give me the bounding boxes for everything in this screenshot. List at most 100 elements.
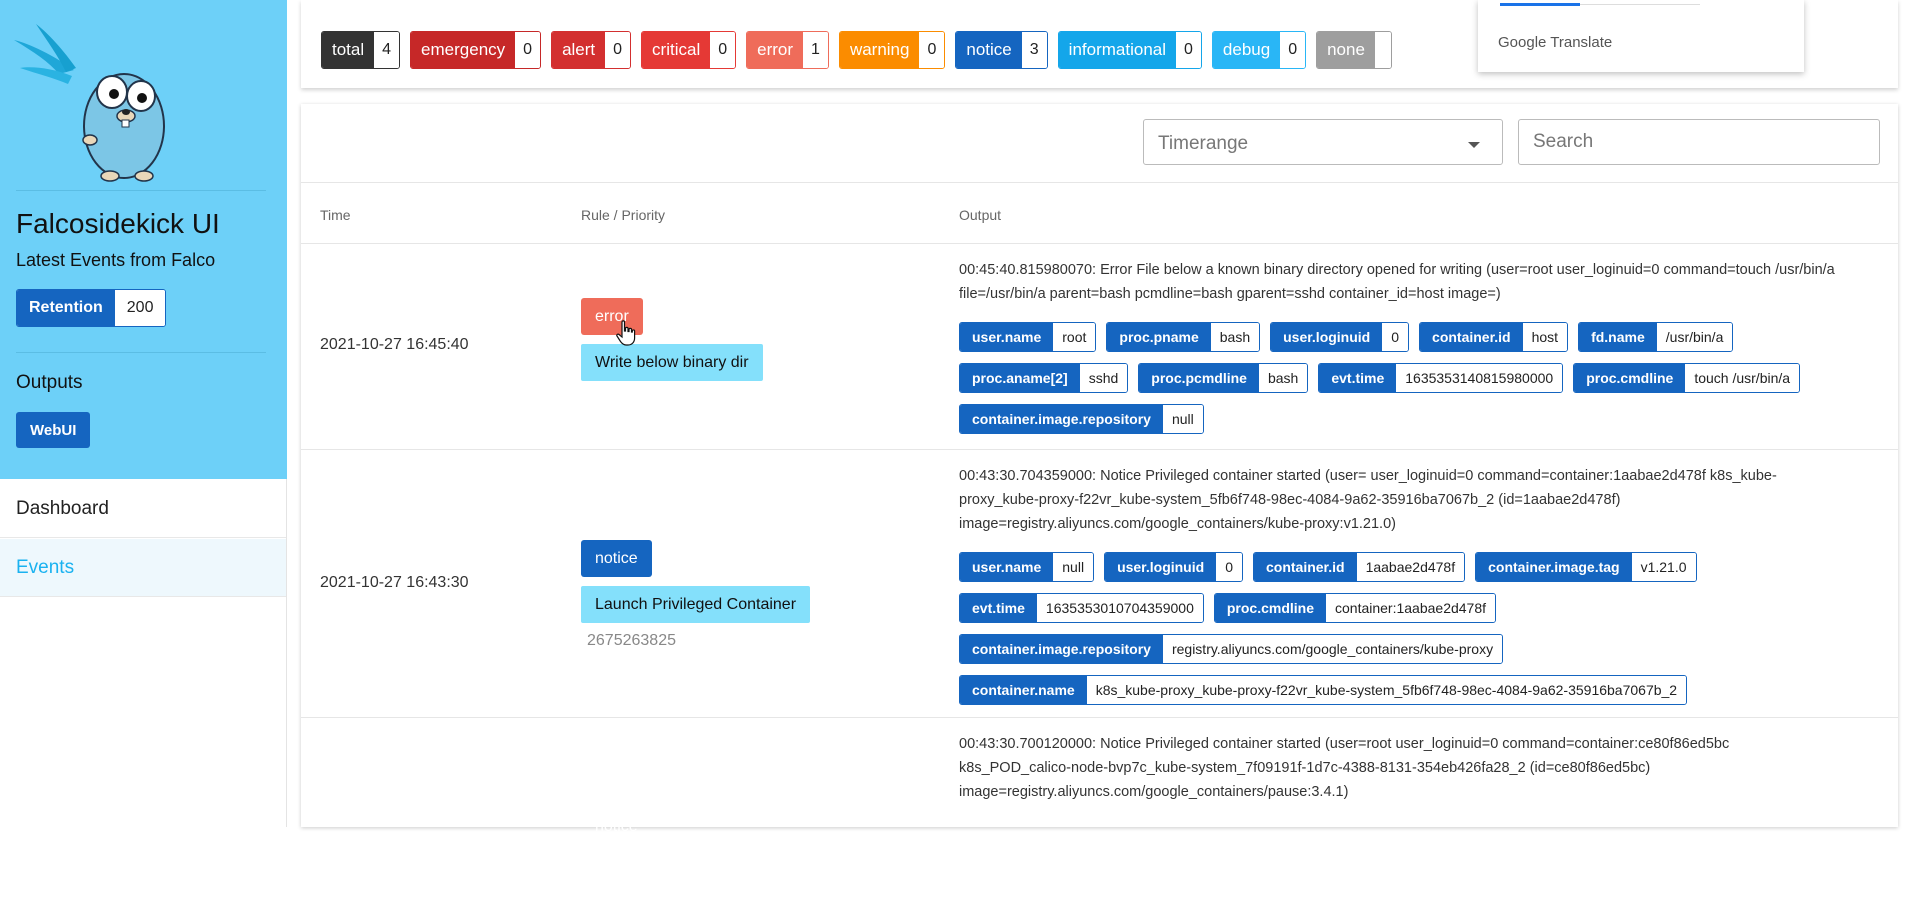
output-field-chip[interactable]: user.name null: [959, 552, 1095, 582]
priority-filter-count: 0: [515, 32, 541, 68]
priority-filter-emergency[interactable]: emergency 0: [410, 31, 542, 69]
output-field-key: container.id: [1420, 323, 1523, 351]
table-header: Time Rule / Priority Output: [301, 182, 1898, 244]
output-field-value: 0: [1216, 553, 1242, 581]
column-header-rule[interactable]: Rule / Priority: [581, 207, 665, 223]
priority-filter-label: critical: [642, 32, 711, 68]
output-field-key: container.id: [1253, 553, 1357, 581]
nav-item-dashboard[interactable]: Dashboard: [0, 480, 287, 538]
output-field-chip[interactable]: evt.time 1635353140815980000: [1318, 363, 1564, 393]
timerange-placeholder: Timerange: [1158, 133, 1249, 154]
output-field-chip[interactable]: container.name k8s_kube-proxy_kube-proxy-…: [959, 675, 1688, 705]
priority-filter-count: [1374, 32, 1391, 68]
output-field-chip[interactable]: container.id host: [1419, 322, 1569, 352]
output-field-value: host: [1522, 323, 1568, 351]
output-field-key: proc.cmdline: [1574, 364, 1686, 392]
search-input[interactable]: [1518, 119, 1880, 165]
priority-filter-count: 0: [919, 32, 945, 68]
output-field-value: k8s_kube-proxy_kube-proxy-f22vr_kube-sys…: [1086, 676, 1687, 704]
webui-output-button[interactable]: WebUI: [16, 412, 91, 448]
output-field-key: container.image.tag: [1476, 553, 1632, 581]
priority-filter-notice[interactable]: notice 3: [955, 31, 1048, 69]
output-field-key: user.name: [960, 553, 1054, 581]
output-field-chip[interactable]: user.loginuid 0: [1270, 322, 1410, 352]
translate-tab-line: [1580, 4, 1700, 5]
rule-badge[interactable]: Write below binary dir: [581, 344, 763, 381]
output-field-chip[interactable]: container.image.repository null: [959, 404, 1204, 434]
rule-id: 2675263825: [587, 632, 676, 649]
priority-badges: total 4 emergency 0 alert 0 critical 0 error 1 war…: [321, 31, 1392, 69]
output-field-chip[interactable]: proc.cmdline touch /usr/bin/a: [1573, 363, 1801, 393]
sidebar-divider: [16, 190, 266, 191]
priority-filter-count: 3: [1021, 32, 1047, 68]
column-header-output[interactable]: Output: [959, 207, 1001, 223]
priority-filter-none[interactable]: none: [1316, 31, 1392, 69]
google-translate-popup: Google Translate: [1478, 0, 1804, 72]
priority-filter-label: emergency: [411, 32, 516, 68]
translate-tab-indicator: [1500, 3, 1580, 6]
sidebar-border: [286, 479, 287, 827]
retention-badge: Retention 200: [16, 289, 167, 327]
output-field-chip[interactable]: proc.cmdline container:1aabae2d478f: [1213, 593, 1497, 623]
output-field-value: bash: [1210, 323, 1260, 351]
priority-filter-count: 0: [605, 32, 631, 68]
priority-filter-warning[interactable]: warning 0: [838, 31, 946, 69]
priority-filter-label: informational: [1058, 32, 1176, 68]
output-field-key: container.image.repository: [960, 635, 1163, 663]
output-field-value: registry.aliyuncs.com/google_containers/…: [1162, 635, 1503, 663]
app-subtitle: Latest Events from Falco: [16, 250, 216, 270]
priority-filter-debug[interactable]: debug 0: [1211, 31, 1307, 69]
priority-filter-label: warning: [839, 32, 920, 68]
output-field-key: user.loginuid: [1105, 553, 1217, 581]
sidebar: Falcosidekick UI Latest Events from Falc…: [0, 0, 287, 827]
priority-filter-label: notice: [956, 32, 1022, 68]
output-field-chip[interactable]: proc.pname bash: [1106, 322, 1261, 352]
output-field-chip[interactable]: container.image.tag v1.21.0: [1475, 552, 1697, 582]
output-field-chip[interactable]: container.id 1aabae2d478f: [1252, 552, 1466, 582]
output-fields: user.name root proc.pname bash user.loginuid…: [959, 322, 1839, 434]
output-field-chip[interactable]: proc.pcmdline bash: [1138, 363, 1309, 393]
output-field-value: 1635353010704359000: [1036, 594, 1203, 622]
output-field-value: 1635353140815980000: [1396, 364, 1563, 392]
priority-filter-critical[interactable]: critical 0: [641, 31, 737, 69]
priority-filter-count: 0: [1280, 32, 1306, 68]
app-title: Falcosidekick UI: [16, 208, 220, 239]
priority-filter-label: total: [322, 32, 375, 68]
output-field-value: /usr/bin/a: [1656, 323, 1733, 351]
table-row[interactable]: 2021-10-27 16:43:30 notice Launch Privil…: [301, 450, 1898, 718]
priority-filter-count: 4: [374, 32, 400, 68]
priority-filter-label: none: [1317, 32, 1375, 68]
sidebar-header: Falcosidekick UI Latest Events from Falc…: [0, 0, 287, 479]
output-field-key: evt.time: [960, 594, 1037, 622]
event-output-text: 00:43:30.700120000: Notice Privileged co…: [959, 736, 1730, 800]
table-row[interactable]: notice 00:43:30.700120000: Notice Privil…: [301, 718, 1898, 918]
output-field-key: user.name: [960, 323, 1054, 351]
output-field-chip[interactable]: fd.name/usr/bin/a: [1578, 322, 1734, 352]
output-field-chip[interactable]: user.name root: [959, 322, 1097, 352]
output-field-key: proc.aname[2]: [960, 364, 1080, 392]
rule-badge[interactable]: Launch Privileged Container: [581, 586, 811, 623]
output-field-chip[interactable]: evt.time 1635353010704359000: [959, 593, 1204, 623]
output-field-chip[interactable]: user.loginuid 0: [1104, 552, 1243, 582]
priority-filter-error[interactable]: error 1: [746, 31, 829, 69]
output-field-value: 0: [1382, 323, 1409, 351]
output-field-chip[interactable]: container.image.repository registry.aliyu…: [959, 634, 1504, 664]
timerange-select[interactable]: Timerange: [1143, 119, 1503, 165]
output-field-value: bash: [1258, 364, 1308, 392]
priority-filter-count: 0: [1176, 32, 1201, 68]
output-field-key: fd.name: [1579, 323, 1657, 351]
output-field-key: proc.pname: [1107, 323, 1211, 351]
priority-filter-informational[interactable]: informational 0: [1057, 31, 1202, 69]
output-field-value: null: [1053, 553, 1094, 581]
nav-item-events[interactable]: Events: [0, 539, 287, 597]
priority-filter-total[interactable]: total 4: [321, 31, 401, 69]
priority-badge[interactable]: notice: [581, 540, 652, 577]
priority-filter-alert[interactable]: alert 0: [551, 31, 632, 69]
output-field-key: user.loginuid: [1271, 323, 1383, 351]
table-row[interactable]: 2021-10-27 16:45:40 error Write below bi…: [301, 244, 1898, 450]
output-field-chip[interactable]: proc.aname[2] sshd: [959, 363, 1129, 393]
column-header-time[interactable]: Time: [320, 207, 351, 223]
output-field-value: container:1aabae2d478f: [1326, 594, 1496, 622]
priority-filter-label: error: [747, 32, 804, 68]
output-fields: user.name null user.loginuid 0 container.id 1…: [959, 552, 1839, 705]
